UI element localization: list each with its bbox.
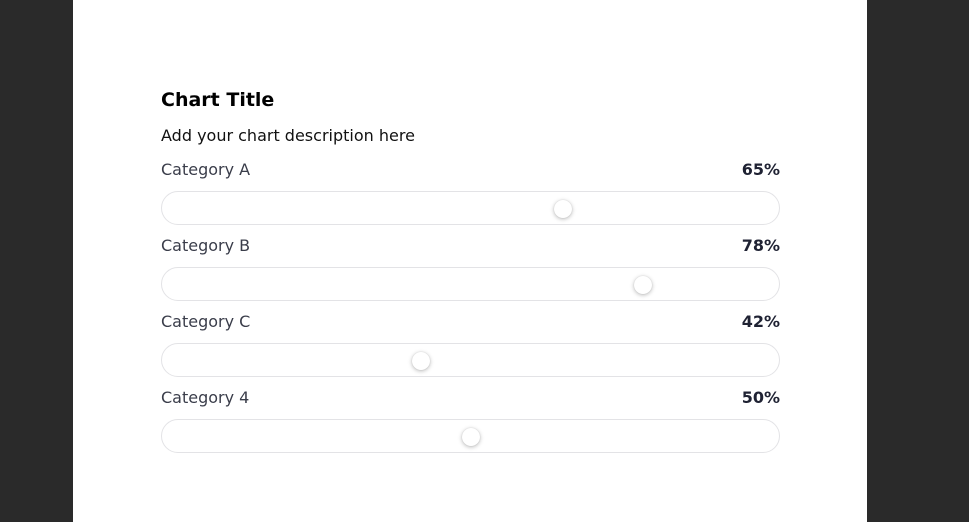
chart-page: Chart Title Add your chart description h… — [73, 0, 867, 522]
bar-track[interactable] — [161, 419, 780, 453]
bar-value-label: 50% — [741, 388, 780, 407]
bar-knob[interactable] — [554, 200, 573, 218]
bar-label: Category B — [161, 236, 251, 255]
bar-item-1: Category B 78% — [161, 236, 780, 312]
chart-card: Chart Title Add your chart description h… — [161, 86, 780, 464]
bar-track[interactable] — [161, 267, 780, 301]
chart-description: Add your chart description here — [161, 126, 415, 145]
bar-value-label: 65% — [741, 160, 780, 179]
bar-label: Category C — [161, 312, 251, 331]
bar-track[interactable] — [161, 191, 780, 225]
bar-knob[interactable] — [412, 352, 431, 370]
bar-knob[interactable] — [634, 276, 653, 294]
bar-item-0: Category A 65% — [161, 160, 780, 236]
bar-label: Category 4 — [161, 388, 250, 407]
bar-list: Category A 65% Category B 78% Category C… — [161, 160, 780, 464]
bar-item-3: Category 4 50% — [161, 388, 780, 464]
bar-track[interactable] — [161, 343, 780, 377]
bar-value-label: 42% — [741, 312, 780, 331]
chart-title: Chart Title — [161, 89, 275, 111]
bar-knob[interactable] — [461, 428, 480, 446]
bar-item-2: Category C 42% — [161, 312, 780, 388]
bar-label: Category A — [161, 160, 251, 179]
bar-value-label: 78% — [741, 236, 780, 255]
